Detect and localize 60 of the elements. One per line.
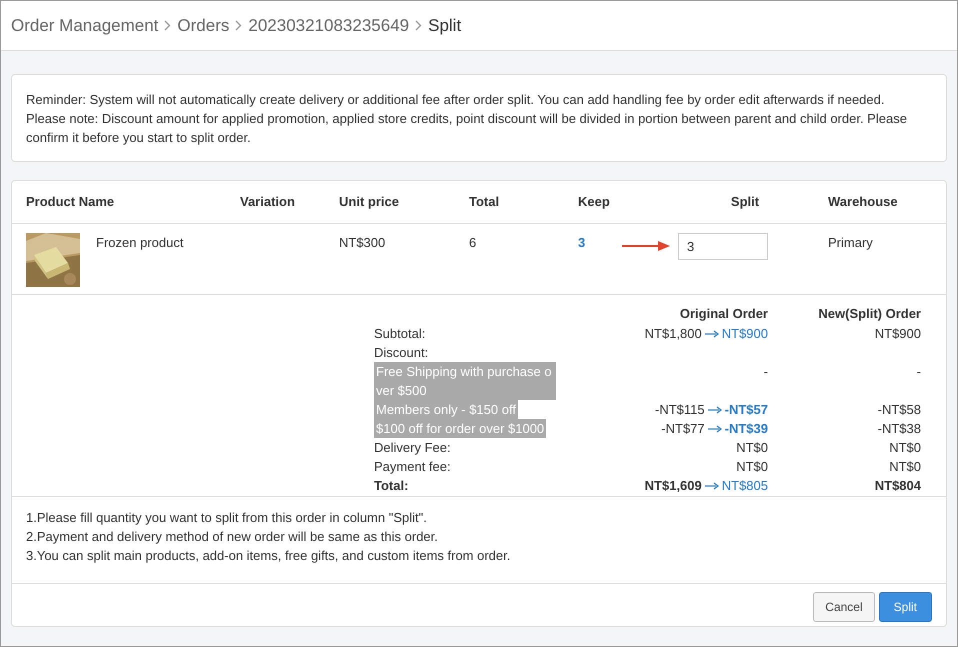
split-amount: NT$0 [889,458,921,474]
split-amount: -NT$58 [878,402,921,416]
notice-text: Reminder: System will not automatically create delivery or additional fee after order split. You can add handling fee by order edit afterwards if needed. [26,91,886,109]
column-header: Product Name [26,194,114,209]
arrow-icon [708,406,722,414]
arrow-icon [708,425,722,434]
column-header: Unit price [339,194,399,209]
notice-text: Please note: Discount amount for applied promotion, applied store credits, point discount will be divided in portion between parent and child order. Please confirm it before you start to split order. [26,110,908,147]
original-amount: - [764,364,768,378]
note-text: 3.You can split main products, add-on items, free gifts, and custom items from order. [26,546,512,564]
chevron-icon [415,20,422,31]
split-amount: NT$804 [874,478,921,492]
column-header: Warehouse [828,194,898,209]
adjusted-amount: NT$900 [722,326,768,340]
total-quantity: 6 [469,234,476,250]
chevron-icon [235,20,242,31]
summary-label: Discount: [374,344,428,360]
summary-label: Subtotal: [374,326,426,340]
split-amount: -NT$38 [878,420,921,436]
original-amount: NT$1,609 [644,478,702,492]
adjusted-amount: -NT$39 [724,420,768,436]
column-header: New(Split) Order [818,306,921,320]
discount-name: Members only - $150 off [374,400,518,418]
split-button[interactable]: Split [878,592,932,622]
unit-price: NT$300 [339,234,386,250]
original-amount: -NT$115 [655,402,705,416]
discount-name: $100 off for order over $1000 [374,418,546,438]
arrow-icon [704,482,719,490]
split-amount: - [916,364,921,378]
summary-label: Payment fee: [374,458,451,474]
product-name: Frozen product [96,234,184,252]
breadcrumb-link[interactable]: Order Management [11,12,158,38]
keep-quantity: 3 [578,234,586,250]
arrow-icon [622,240,670,252]
column-header: Variation [240,194,295,209]
original-amount: NT$0 [736,440,768,454]
split-amount: NT$0 [889,440,921,454]
column-header: Keep [578,194,610,209]
original-amount: NT$0 [736,458,768,474]
column-header: Split [730,194,760,209]
cancel-button[interactable]: Cancel [813,592,875,622]
column-header: Total [469,194,500,209]
arrow-icon [704,330,719,338]
breadcrumb-link[interactable]: Orders [177,12,230,38]
warehouse-name: Primary [828,234,873,250]
adjusted-amount: -NT$57 [724,402,768,416]
original-amount: -NT$77 [661,420,705,436]
note-text: 2.Payment and delivery method of new order will be same as this order. [26,528,439,546]
summary-label: Total: [374,478,408,492]
adjusted-amount: NT$805 [722,478,768,492]
split-quantity-field[interactable]: 3 [678,232,768,260]
discount-name: Free Shipping with purchase over $500 [374,362,556,400]
breadcrumb-current: Split [428,14,462,37]
column-header: Original Order [680,306,768,320]
original-amount: NT$1,800 [644,326,702,340]
split-amount: NT$900 [874,326,921,340]
note-text: 1.Please fill quantity you want to split from this order in column "Split". [26,508,428,526]
breadcrumb-link[interactable]: 20230321083235649 [248,12,410,38]
summary-label: Delivery Fee: [374,440,451,454]
chevron-icon [164,20,172,31]
